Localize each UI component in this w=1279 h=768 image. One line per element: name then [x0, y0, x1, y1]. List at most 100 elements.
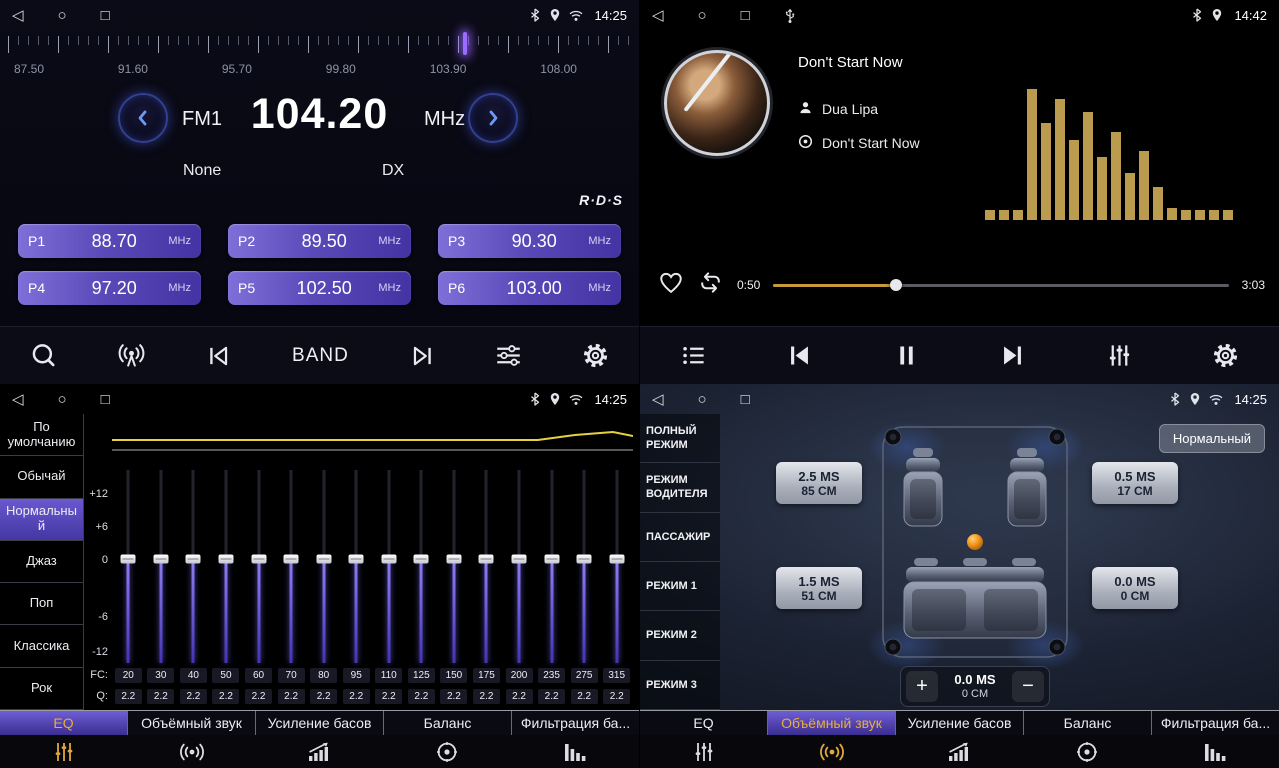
surround-tab-icon[interactable] — [128, 740, 256, 764]
eq-band-slider[interactable] — [438, 468, 471, 665]
preset-p6[interactable]: P6 103.00 MHz — [438, 271, 621, 305]
mode-3[interactable]: РЕЖИМ 3 — [640, 661, 720, 710]
back-button[interactable]: ◁ — [12, 8, 24, 23]
settings-gear-icon[interactable] — [1212, 342, 1239, 369]
eq-band-slider[interactable] — [340, 468, 373, 665]
scan-icon[interactable] — [30, 342, 57, 369]
eq-band-slider[interactable] — [145, 468, 178, 665]
slider-handle[interactable] — [186, 554, 201, 563]
slider-handle[interactable] — [349, 554, 364, 563]
preset-p5[interactable]: P5 102.50 MHz — [228, 271, 411, 305]
eq-band-slider[interactable] — [373, 468, 406, 665]
equalizer-icon[interactable] — [495, 342, 522, 369]
home-button[interactable]: ○ — [58, 8, 67, 23]
slider-handle[interactable] — [218, 554, 233, 563]
surround-tab-icon[interactable] — [768, 740, 896, 764]
seek-bar[interactable] — [773, 284, 1228, 287]
delay-rear-left[interactable]: 1.5 MS 51 CM — [776, 567, 862, 609]
tab-eq[interactable]: EQ — [0, 711, 128, 735]
slider-handle[interactable] — [609, 554, 624, 563]
back-button[interactable]: ◁ — [652, 392, 664, 407]
slider-handle[interactable] — [284, 554, 299, 563]
eq-band-slider[interactable] — [210, 468, 243, 665]
bass-boost-tab-icon[interactable] — [896, 740, 1024, 764]
slider-handle[interactable] — [153, 554, 168, 563]
eq-band-slider[interactable] — [535, 468, 568, 665]
settings-gear-icon[interactable] — [582, 342, 609, 369]
filter-tab-icon[interactable] — [511, 740, 639, 764]
cabin-speaker-map[interactable] — [880, 424, 1070, 660]
eq-band-slider[interactable] — [568, 468, 601, 665]
balance-tab-icon[interactable] — [1023, 740, 1151, 764]
slider-handle[interactable] — [414, 554, 429, 563]
eq-tab-icon[interactable] — [0, 740, 128, 764]
broadcast-icon[interactable] — [117, 342, 146, 369]
back-button[interactable]: ◁ — [12, 392, 24, 407]
tab-bass-boost[interactable]: Усиление басов — [256, 711, 384, 735]
mode-full[interactable]: ПОЛНЫЙ РЕЖИМ — [640, 414, 720, 463]
recents-button[interactable]: □ — [741, 392, 750, 407]
tab-eq[interactable]: EQ — [640, 711, 768, 735]
slider-handle[interactable] — [251, 554, 266, 563]
eq-band-slider[interactable] — [112, 468, 145, 665]
previous-station-icon[interactable] — [206, 343, 232, 369]
sound-preset-button[interactable]: Нормальный — [1159, 424, 1265, 453]
tab-surround-sound[interactable]: Объёмный звук — [128, 711, 256, 735]
eq-band-slider[interactable] — [405, 468, 438, 665]
repeat-icon[interactable] — [697, 270, 724, 300]
eq-tab-icon[interactable] — [640, 740, 768, 764]
bass-boost-tab-icon[interactable] — [256, 740, 384, 764]
previous-track-icon[interactable] — [786, 342, 813, 369]
recents-button[interactable]: □ — [101, 8, 110, 23]
balance-tab-icon[interactable] — [383, 740, 511, 764]
eq-preset-default[interactable]: По умолчанию — [0, 414, 83, 456]
recents-button[interactable]: □ — [101, 392, 110, 407]
delay-front-left[interactable]: 2.5 MS 85 CM — [776, 462, 862, 504]
slider-handle[interactable] — [544, 554, 559, 563]
recents-button[interactable]: □ — [741, 8, 750, 23]
eq-band-slider[interactable] — [307, 468, 340, 665]
pause-icon[interactable] — [893, 342, 920, 369]
eq-band-slider[interactable] — [600, 468, 633, 665]
progress-knob[interactable] — [890, 279, 902, 291]
tab-balance[interactable]: Баланс — [384, 711, 512, 735]
eq-band-slider[interactable] — [470, 468, 503, 665]
mode-driver[interactable]: РЕЖИМ ВОДИТЕЛЯ — [640, 463, 720, 512]
decrease-delay-button[interactable]: − — [1012, 671, 1044, 702]
slider-handle[interactable] — [316, 554, 331, 563]
preset-p2[interactable]: P2 89.50 MHz — [228, 224, 411, 258]
band-button[interactable]: BAND — [292, 345, 349, 367]
preset-p3[interactable]: P3 90.30 MHz — [438, 224, 621, 258]
mode-passenger[interactable]: ПАССАЖИР — [640, 513, 720, 562]
back-button[interactable]: ◁ — [652, 8, 664, 23]
eq-band-slider[interactable] — [503, 468, 536, 665]
favorite-icon[interactable] — [658, 270, 684, 301]
home-button[interactable]: ○ — [58, 392, 67, 407]
eq-preset-normal[interactable]: Нормальный — [0, 499, 83, 541]
next-station-icon[interactable] — [409, 343, 435, 369]
mode-1[interactable]: РЕЖИМ 1 — [640, 562, 720, 611]
mixer-icon[interactable] — [1106, 342, 1133, 369]
next-track-icon[interactable] — [999, 342, 1026, 369]
home-button[interactable]: ○ — [698, 392, 707, 407]
filter-tab-icon[interactable] — [1151, 740, 1279, 764]
delay-front-right[interactable]: 0.5 MS 17 CM — [1092, 462, 1178, 504]
eq-preset-custom[interactable]: Обычай — [0, 456, 83, 498]
tab-balance[interactable]: Баланс — [1024, 711, 1152, 735]
slider-handle[interactable] — [577, 554, 592, 563]
frequency-scale[interactable] — [8, 34, 631, 56]
increase-delay-button[interactable]: + — [906, 671, 938, 702]
tab-bass-boost[interactable]: Усиление басов — [896, 711, 1024, 735]
preset-p1[interactable]: P1 88.70 MHz — [18, 224, 201, 258]
slider-handle[interactable] — [381, 554, 396, 563]
eq-band-slider[interactable] — [242, 468, 275, 665]
slider-handle[interactable] — [446, 554, 461, 563]
preset-p4[interactable]: P4 97.20 MHz — [18, 271, 201, 305]
slider-handle[interactable] — [479, 554, 494, 563]
slider-handle[interactable] — [121, 554, 136, 563]
slider-handle[interactable] — [512, 554, 527, 563]
eq-preset-rock[interactable]: Рок — [0, 668, 83, 710]
tab-surround-sound[interactable]: Объёмный звук — [768, 711, 896, 735]
eq-band-slider[interactable] — [177, 468, 210, 665]
tab-filter[interactable]: Фильтрация ба... — [512, 711, 639, 735]
